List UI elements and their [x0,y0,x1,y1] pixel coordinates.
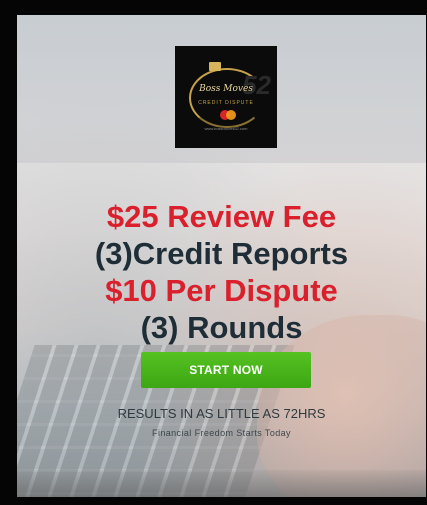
brand-logo[interactable]: 52 Boss Moves CREDIT DISPUTE www.bossmov… [175,46,277,148]
review-fee-line: $25 Review Fee [106,199,337,234]
start-now-button[interactable]: START NOW [141,352,311,388]
pricing-headline: $25 Review Fee (3)Credit Reports $10 Per… [17,198,426,346]
page-frame: 52 Boss Moves CREDIT DISPUTE www.bossmov… [0,0,427,505]
dispute-price-line: $10 Per Dispute [105,273,338,308]
tagline-text: Financial Freedom Starts Today [152,428,291,438]
credit-reports-line: (3)Credit Reports [94,236,349,271]
mastercard-icon [220,110,240,120]
results-text: RESULTS IN AS LITTLE AS 72HRS [117,406,326,421]
rounds-line: (3) Rounds [140,310,303,345]
logo-script-text: Boss Moves [199,84,253,94]
credit-card-chip-icon [209,62,221,71]
logo-subtitle: CREDIT DISPUTE [198,100,254,106]
logo-url: www.bossmoves52.com [204,126,248,131]
